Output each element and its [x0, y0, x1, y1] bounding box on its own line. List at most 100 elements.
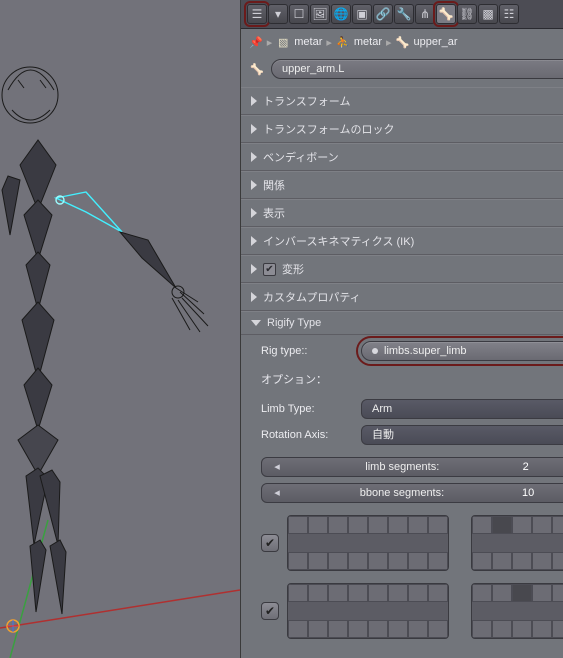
context-bone-icon[interactable]: 🦴 [436, 4, 456, 24]
layer-cell[interactable] [492, 620, 512, 638]
layer-cell[interactable] [512, 552, 532, 570]
layer-cell[interactable] [472, 552, 492, 570]
layer-cell[interactable] [288, 552, 308, 570]
layer-cell[interactable] [348, 584, 368, 602]
layer-cell[interactable] [328, 552, 348, 570]
layer-cell[interactable] [492, 516, 512, 534]
breadcrumb-bone[interactable]: upper_ar [414, 36, 458, 48]
layer-cell[interactable] [388, 516, 408, 534]
layer-cell[interactable] [388, 552, 408, 570]
layer-cell[interactable] [288, 584, 308, 602]
section-relations[interactable]: 関係 [241, 171, 563, 199]
context-armature-icon[interactable]: ⋔ [415, 4, 435, 24]
layer-cell[interactable] [308, 552, 328, 570]
decrease-icon[interactable]: ◂ [272, 458, 282, 476]
section-transform-lock[interactable]: トランスフォームのロック [241, 115, 563, 143]
rig-type-field[interactable]: limbs.super_limb ✕ [361, 341, 563, 361]
bone-icon: 🦴 [396, 35, 410, 49]
layer-cell[interactable] [328, 584, 348, 602]
layer-cell[interactable] [328, 620, 348, 638]
layer-cell[interactable] [552, 552, 563, 570]
context-modifier-icon[interactable]: 🔧 [394, 4, 414, 24]
layer-cell[interactable] [408, 584, 428, 602]
layer-cell[interactable] [408, 516, 428, 534]
bbone-segments-field[interactable]: ◂ bbone segments: 10 ▸ [261, 483, 563, 503]
layer-cell[interactable] [492, 584, 512, 602]
layer-cell[interactable] [532, 516, 552, 534]
layer-cell[interactable] [408, 552, 428, 570]
layer-cell[interactable] [308, 516, 328, 534]
section-display[interactable]: 表示 [241, 199, 563, 227]
bone-name-input[interactable] [271, 59, 563, 79]
layer-cell[interactable] [388, 584, 408, 602]
context-render-output-icon[interactable]: ▾ [268, 4, 288, 24]
context-scene-icon[interactable]: ☐ [289, 4, 309, 24]
rotation-axis-select[interactable]: 自動 ▲▼ [361, 425, 563, 445]
viewport-3d[interactable] [0, 0, 240, 658]
breadcrumb-object[interactable]: metar [294, 36, 322, 48]
layer-cell[interactable] [472, 516, 492, 534]
layer-cell[interactable] [408, 620, 428, 638]
layer-cell[interactable] [552, 620, 563, 638]
context-texture-icon[interactable]: ☷ [499, 4, 519, 24]
breadcrumb-armature[interactable]: metar [354, 36, 382, 48]
layer-2-checkbox[interactable]: ✔ [261, 602, 279, 620]
section-bendy-bones[interactable]: ベンディボーン [241, 143, 563, 171]
pin-icon[interactable]: 📌 [249, 36, 263, 49]
layer-cell[interactable] [512, 620, 532, 638]
layer-grid-2a[interactable] [287, 583, 449, 639]
layer-cell[interactable] [492, 552, 512, 570]
decrease-icon[interactable]: ◂ [272, 484, 282, 502]
context-viewlayer-icon[interactable]: 🖼 [310, 4, 330, 24]
layer-cell[interactable] [368, 620, 388, 638]
section-transform[interactable]: トランスフォーム [241, 87, 563, 115]
layer-cell[interactable] [512, 584, 532, 602]
layer-cell[interactable] [368, 552, 388, 570]
layer-cell[interactable] [428, 584, 448, 602]
layer-cell[interactable] [348, 552, 368, 570]
layer-cell[interactable] [472, 584, 492, 602]
layer-cell[interactable] [348, 620, 368, 638]
layer-cell[interactable] [348, 516, 368, 534]
layer-cell[interactable] [532, 620, 552, 638]
layer-cell[interactable] [552, 516, 563, 534]
context-boneconstraint-icon[interactable]: ⛓ [457, 4, 477, 24]
layer-cell[interactable] [552, 584, 563, 602]
layer-cell[interactable] [428, 516, 448, 534]
context-material-icon[interactable]: ▩ [478, 4, 498, 24]
section-deform[interactable]: ✔ 変形 [241, 255, 563, 283]
layer-row-1: ✔ [261, 515, 563, 571]
limb-type-select[interactable]: Arm ▲▼ [361, 399, 563, 419]
layer-cell[interactable] [428, 552, 448, 570]
triangle-down-icon [251, 320, 261, 326]
context-render-icon[interactable]: ☰ [247, 4, 267, 24]
layer-cell[interactable] [428, 620, 448, 638]
layer-1-checkbox[interactable]: ✔ [261, 534, 279, 552]
layer-cell[interactable] [368, 516, 388, 534]
context-object-icon[interactable]: ▣ [352, 4, 372, 24]
layer-grid-2b[interactable] [471, 583, 563, 639]
layer-cell[interactable] [512, 516, 532, 534]
layer-cell[interactable] [328, 516, 348, 534]
section-custom-props[interactable]: カスタムプロパティ [241, 283, 563, 311]
layer-cell[interactable] [472, 620, 492, 638]
deform-checkbox[interactable]: ✔ [263, 263, 276, 276]
bbone-segments-label: bbone segments: [360, 484, 444, 502]
layer-cell[interactable] [308, 620, 328, 638]
context-constraint-icon[interactable]: 🔗 [373, 4, 393, 24]
triangle-right-icon [251, 264, 257, 274]
section-rigify-type[interactable]: Rigify Type [241, 311, 563, 335]
layer-cell[interactable] [308, 584, 328, 602]
layer-cell[interactable] [388, 620, 408, 638]
limb-type-label: Limb Type: [261, 403, 353, 415]
layer-cell[interactable] [368, 584, 388, 602]
layer-cell[interactable] [532, 552, 552, 570]
context-world-icon[interactable]: 🌐 [331, 4, 351, 24]
layer-cell[interactable] [288, 516, 308, 534]
section-ik[interactable]: インバースキネマティクス (IK) [241, 227, 563, 255]
layer-grid-1b[interactable] [471, 515, 563, 571]
layer-cell[interactable] [532, 584, 552, 602]
limb-segments-field[interactable]: ◂ limb segments: 2 ▸ [261, 457, 563, 477]
layer-grid-1a[interactable] [287, 515, 449, 571]
layer-cell[interactable] [288, 620, 308, 638]
